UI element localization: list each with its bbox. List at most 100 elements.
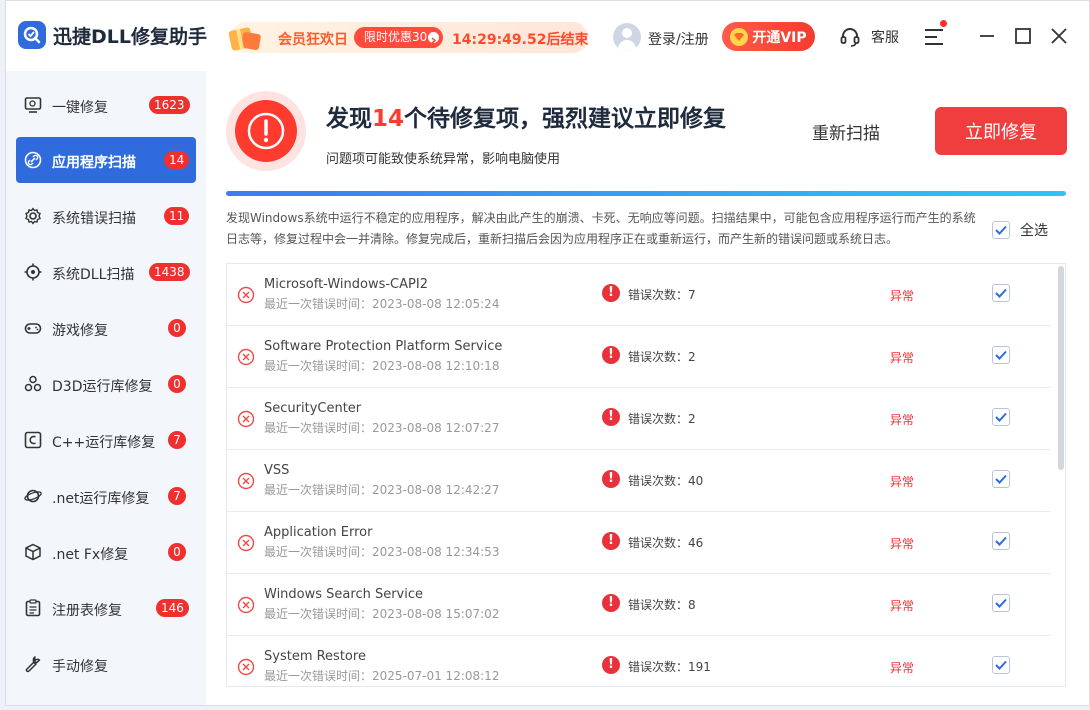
row-checkbox[interactable] — [992, 656, 1010, 674]
arrow-right-icon — [428, 32, 440, 44]
sidebar-item-app-scan[interactable]: 应用程序扫描 14 — [16, 137, 196, 183]
row-app-name: SecurityCenter — [264, 401, 362, 416]
row-error-count: 错误次数：40 — [628, 474, 704, 488]
count-badge: 14 — [164, 151, 190, 169]
row-app-name: Microsoft-Windows-CAPI2 — [264, 277, 428, 292]
promo-banner[interactable]: 会员狂欢日 限时优惠30 14:29:49.52后结束 — [228, 22, 589, 53]
link-icon — [24, 151, 42, 169]
error-x-icon — [237, 658, 255, 676]
app-title: 迅捷DLL修复助手 — [53, 26, 207, 48]
sidebar-item-label: .net运行库修复 — [52, 491, 150, 507]
row-last-error-time: 最近一次错误时间：2023-08-08 15:07:02 — [264, 607, 500, 621]
row-last-error-time: 最近一次错误时间：2023-08-08 12:07:27 — [264, 421, 500, 435]
promo-countdown: 14:29:49.52后结束 — [452, 32, 589, 48]
row-checkbox[interactable] — [992, 470, 1010, 488]
row-checkbox[interactable] — [992, 532, 1010, 550]
row-error-count: 错误次数：2 — [628, 350, 696, 364]
count-badge: 0 — [168, 319, 186, 337]
page-title: 发现14个待修复项，强烈建议立即修复 — [326, 106, 727, 132]
c-box-icon — [24, 431, 42, 449]
check-icon — [995, 225, 1007, 235]
row-last-error-time: 最近一次错误时间：2023-08-08 12:34:53 — [264, 545, 500, 559]
row-last-error-time: 最近一次错误时间：2023-08-08 12:10:18 — [264, 359, 500, 373]
table-row[interactable]: VSS 最近一次错误时间：2023-08-08 12:42:27! 错误次数：40 异… — [227, 450, 1051, 512]
cluster-icon — [24, 375, 42, 392]
scan-description: 发现Windows系统中运行不稳定的应用程序，解决由此产生的崩溃、卡死、无响应等… — [226, 211, 976, 246]
row-status: 异常 — [890, 289, 915, 303]
sidebar-item-one-click-repair[interactable]: 一键修复 1623 — [16, 82, 196, 128]
sidebar-item-d3d-repair[interactable]: D3D运行库修复 0 — [16, 361, 196, 407]
select-all-checkbox[interactable]: 全选 — [992, 220, 1048, 240]
row-status: 异常 — [890, 475, 915, 489]
sidebar-item-registry-repair[interactable]: 注册表修复 146 — [16, 585, 196, 631]
warning-icon: ! — [602, 594, 620, 612]
sidebar-item-label: 注册表修复 — [52, 603, 122, 619]
menu-icon[interactable] — [924, 20, 947, 46]
checkbox[interactable] — [992, 221, 1010, 239]
sidebar-item-label: 一键修复 — [52, 100, 108, 116]
open-vip-button[interactable]: 开通VIP — [722, 22, 815, 51]
maximize-icon[interactable] — [1013, 26, 1033, 46]
check-icon — [995, 474, 1007, 484]
sidebar-item-system-error-scan[interactable]: 系统错误扫描 11 — [16, 193, 196, 239]
clipboard-icon — [25, 599, 41, 617]
sidebar-item-label: 应用程序扫描 — [52, 155, 136, 171]
table-row[interactable]: System Restore 最近一次错误时间：2025-07-01 12:08:… — [227, 636, 1051, 686]
row-checkbox[interactable] — [992, 346, 1010, 364]
row-status: 异常 — [890, 351, 915, 365]
planet-icon — [24, 489, 42, 503]
count-badge: 146 — [156, 599, 189, 617]
main-panel: 发现14个待修复项，强烈建议立即修复 问题项可能致使系统异常，影响电脑使用 重新… — [206, 71, 1089, 705]
sidebar-item-dotnet-fx-repair[interactable]: .net Fx修复 0 — [16, 529, 196, 575]
table-row[interactable]: Application Error 最近一次错误时间：2023-08-08 12:… — [227, 512, 1051, 574]
error-x-icon — [237, 286, 255, 304]
notification-dot — [940, 20, 947, 27]
login-register-link[interactable]: 登录/注册 — [648, 29, 709, 49]
sidebar-item-label: C++运行库修复 — [52, 435, 156, 451]
sidebar-item-system-dll-scan[interactable]: 系统DLL扫描 1438 — [16, 249, 196, 295]
sidebar-item-game-repair[interactable]: 游戏修复 0 — [16, 305, 196, 351]
row-error-count: 错误次数：191 — [628, 660, 711, 674]
table-row[interactable]: Windows Search Service 最近一次错误时间：2023-08-0… — [227, 574, 1051, 636]
monitor-icon — [24, 97, 42, 113]
table-row[interactable]: SecurityCenter 最近一次错误时间：2023-08-08 12:07:… — [227, 388, 1051, 450]
fix-now-button[interactable]: 立即修复 — [935, 107, 1067, 155]
row-app-name: Software Protection Platform Service — [264, 339, 503, 354]
row-last-error-time: 最近一次错误时间：2023-08-08 12:05:24 — [264, 297, 500, 311]
sidebar-item-cpp-runtime-repair[interactable]: C++运行库修复 7 — [16, 417, 196, 463]
check-icon — [995, 288, 1007, 298]
rescan-button[interactable]: 重新扫描 — [796, 107, 896, 155]
user-avatar[interactable] — [613, 23, 641, 51]
diamond-icon — [730, 27, 749, 46]
service-label: 客服 — [871, 30, 899, 46]
sidebar-item-label: D3D运行库修复 — [52, 379, 153, 395]
sidebar-item-dotnet-runtime-repair[interactable]: .net运行库修复 7 — [16, 473, 196, 519]
wrench-icon — [25, 656, 41, 673]
promo-discount-pill[interactable]: 限时优惠30 — [354, 27, 444, 48]
sidebar-item-label: 游戏修复 — [52, 323, 108, 339]
scrollbar[interactable] — [1057, 264, 1065, 686]
progress-fill — [226, 191, 1066, 196]
error-x-icon — [237, 596, 255, 614]
row-checkbox[interactable] — [992, 594, 1010, 612]
close-icon[interactable] — [1049, 26, 1069, 46]
table-row[interactable]: Software Protection Platform Service 最近一次… — [227, 326, 1051, 388]
error-x-icon — [237, 472, 255, 490]
count-badge: 7 — [168, 431, 186, 449]
row-checkbox[interactable] — [992, 284, 1010, 302]
issue-count: 14 — [372, 106, 405, 132]
count-badge: 1623 — [149, 96, 190, 114]
check-icon — [995, 412, 1007, 422]
sidebar-item-manual-repair[interactable]: 手动修复 — [16, 641, 196, 687]
gift-icon — [228, 27, 261, 51]
customer-service-button[interactable]: 客服 — [839, 25, 899, 49]
headset-icon — [840, 28, 860, 47]
row-checkbox[interactable] — [992, 408, 1010, 426]
table-row[interactable]: Microsoft-Windows-CAPI2 最近一次错误时间：2023-08-… — [227, 264, 1051, 326]
title-bar: 迅捷DLL修复助手 会员狂欢日 限时优惠30 14:29:49.52后结束 登录… — [6, 1, 1089, 71]
scroll-thumb[interactable] — [1058, 266, 1064, 470]
sidebar-item-label: 系统DLL扫描 — [52, 267, 135, 283]
count-badge: 11 — [164, 207, 190, 225]
minimize-icon[interactable] — [977, 26, 997, 46]
count-badge: 7 — [168, 487, 186, 505]
